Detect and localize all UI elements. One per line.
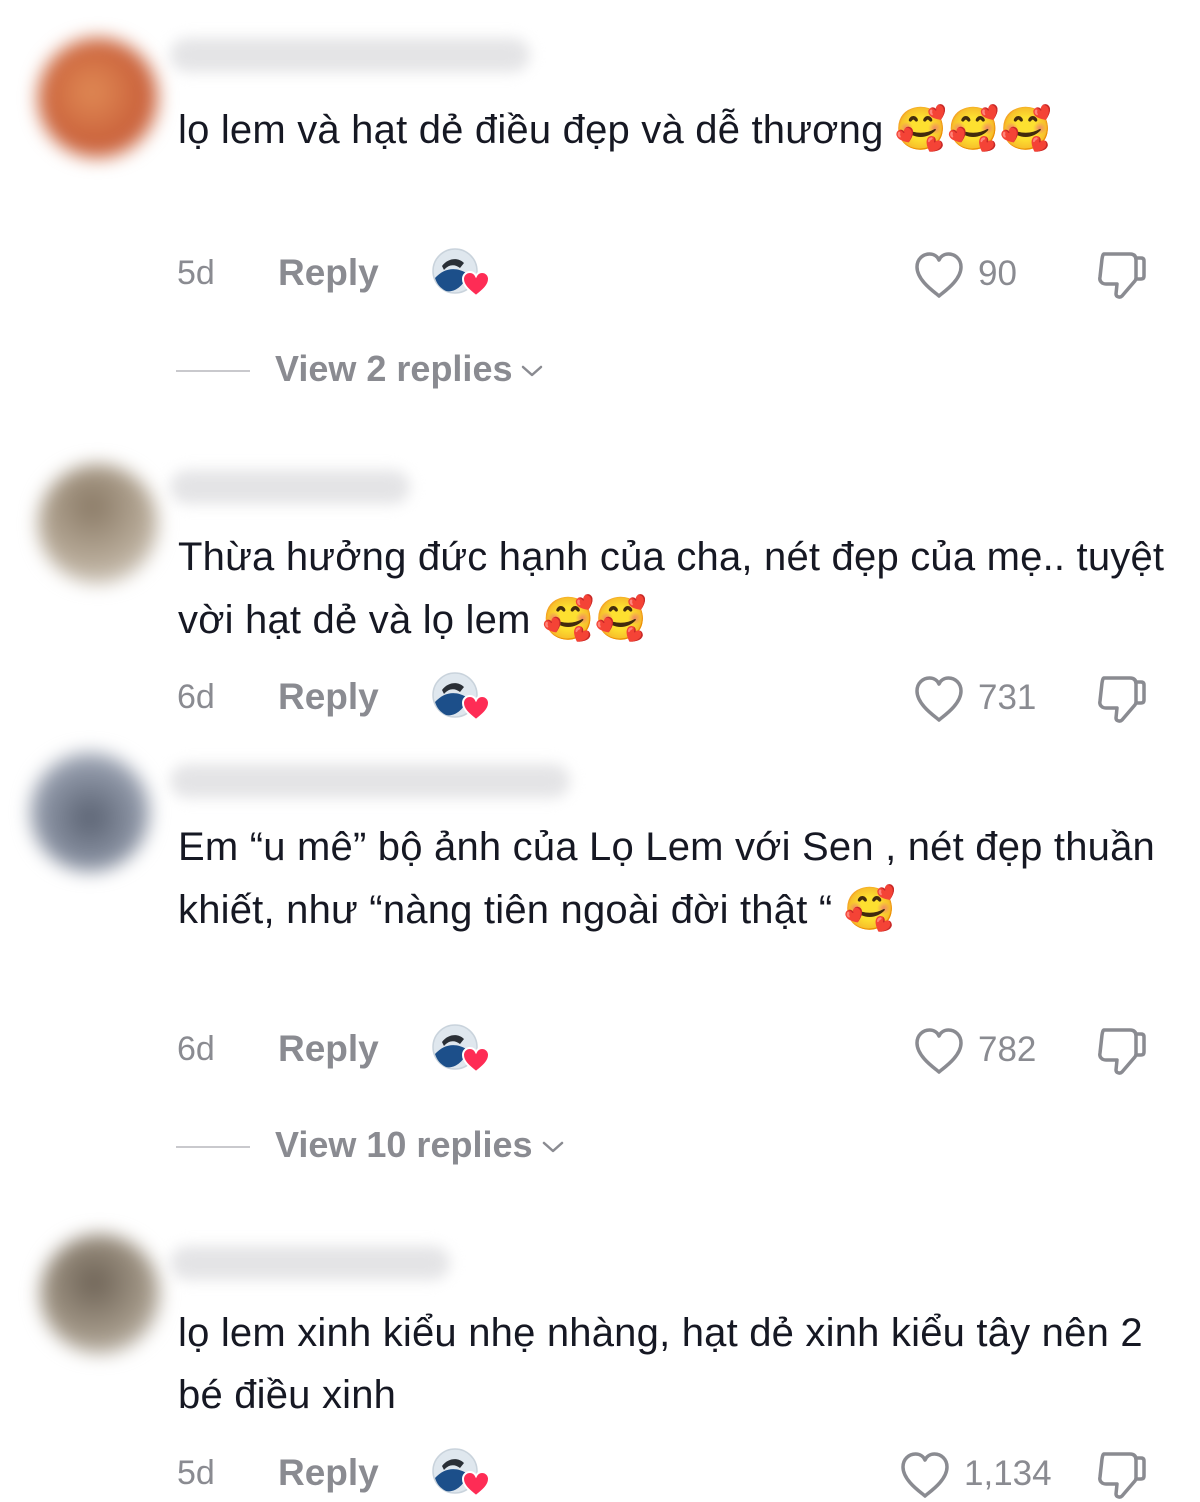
username-blurred[interactable] — [170, 1246, 450, 1280]
comment-actions: 5d Reply 1,134 — [0, 1448, 1200, 1498]
reply-button[interactable]: Reply — [278, 1028, 379, 1070]
comment-body: lọ lem và hạt dẻ điều đẹp và dễ thương — [178, 108, 884, 152]
avatar[interactable] — [38, 38, 158, 158]
thumbs-down-icon[interactable] — [1094, 1448, 1148, 1502]
comment-body: Em “u mê” bộ ảnh của Lọ Lem với Sen , né… — [178, 825, 1155, 932]
comment-item: lọ lem và hạt dẻ điều đẹp và dễ thương 🥰… — [0, 0, 1200, 420]
like-count: 782 — [978, 1030, 1037, 1069]
thumbs-down-icon[interactable] — [1094, 248, 1148, 302]
creator-liked-icon — [430, 246, 490, 300]
thumbs-down-icon[interactable] — [1094, 1024, 1148, 1078]
reply-button[interactable]: Reply — [278, 252, 379, 294]
comment-item: lọ lem xinh kiểu nhẹ nhàng, hạt dẻ xinh … — [0, 1210, 1200, 1500]
thumbs-down-icon[interactable] — [1094, 672, 1148, 726]
heart-outline-icon — [912, 250, 966, 300]
divider-line — [176, 1146, 250, 1148]
like-button[interactable]: 90 — [912, 248, 1052, 298]
comment-actions: 6d Reply 731 — [0, 672, 1200, 722]
emoji-smiling-hearts-icon: 🥰🥰 — [541, 594, 647, 643]
view-replies-label: View 10 replies — [275, 1124, 565, 1166]
comment-text: Em “u mê” bộ ảnh của Lọ Lem với Sen , né… — [178, 816, 1168, 941]
creator-liked-icon — [430, 1022, 490, 1076]
username-blurred[interactable] — [170, 470, 410, 504]
view-replies-button[interactable]: View 10 replies — [176, 1122, 676, 1172]
reply-button[interactable]: Reply — [278, 676, 379, 718]
comment-text: lọ lem và hạt dẻ điều đẹp và dễ thương 🥰… — [178, 98, 1168, 161]
avatar[interactable] — [40, 1234, 160, 1354]
emoji-smiling-hearts-icon: 🥰 — [843, 884, 897, 933]
comment-text: Thừa hưởng đức hạnh của cha, nét đẹp của… — [178, 526, 1168, 651]
like-button[interactable]: 1,134 — [898, 1448, 1068, 1498]
view-replies-button[interactable]: View 2 replies — [176, 346, 676, 396]
comment-age: 6d — [177, 1030, 215, 1068]
chevron-down-icon — [541, 1139, 565, 1155]
comment-text: lọ lem xinh kiểu nhẹ nhàng, hạt dẻ xinh … — [178, 1302, 1168, 1426]
heart-outline-icon — [912, 674, 966, 724]
like-count: 731 — [978, 678, 1037, 717]
username-blurred[interactable] — [170, 764, 570, 798]
comment-item: Em “u mê” bộ ảnh của Lọ Lem với Sen , né… — [0, 740, 1200, 1180]
comment-body: Thừa hưởng đức hạnh của cha, nét đẹp của… — [178, 535, 1165, 642]
comment-age: 5d — [177, 1454, 215, 1492]
comment-actions: 6d Reply 782 — [0, 1024, 1200, 1074]
heart-outline-icon — [898, 1450, 952, 1500]
divider-line — [176, 370, 250, 372]
like-button[interactable]: 782 — [912, 1024, 1062, 1074]
like-button[interactable]: 731 — [912, 672, 1062, 722]
avatar[interactable] — [38, 464, 158, 584]
emoji-smiling-hearts-icon: 🥰🥰🥰 — [894, 104, 1053, 153]
avatar[interactable] — [30, 752, 150, 872]
like-count: 90 — [978, 254, 1017, 293]
like-count: 1,134 — [964, 1454, 1052, 1493]
chevron-down-icon — [520, 363, 544, 379]
comment-age: 6d — [177, 678, 215, 716]
comment-age: 5d — [177, 254, 215, 292]
comment-actions: 5d Reply 90 — [0, 248, 1200, 298]
username-blurred[interactable] — [170, 38, 530, 72]
creator-liked-icon — [430, 670, 490, 724]
comment-body: lọ lem xinh kiểu nhẹ nhàng, hạt dẻ xinh … — [178, 1311, 1143, 1417]
creator-liked-icon — [430, 1446, 490, 1500]
heart-outline-icon — [912, 1026, 966, 1076]
reply-button[interactable]: Reply — [278, 1452, 379, 1494]
view-replies-label: View 2 replies — [275, 348, 544, 390]
comment-item: Thừa hưởng đức hạnh của cha, nét đẹp của… — [0, 440, 1200, 740]
